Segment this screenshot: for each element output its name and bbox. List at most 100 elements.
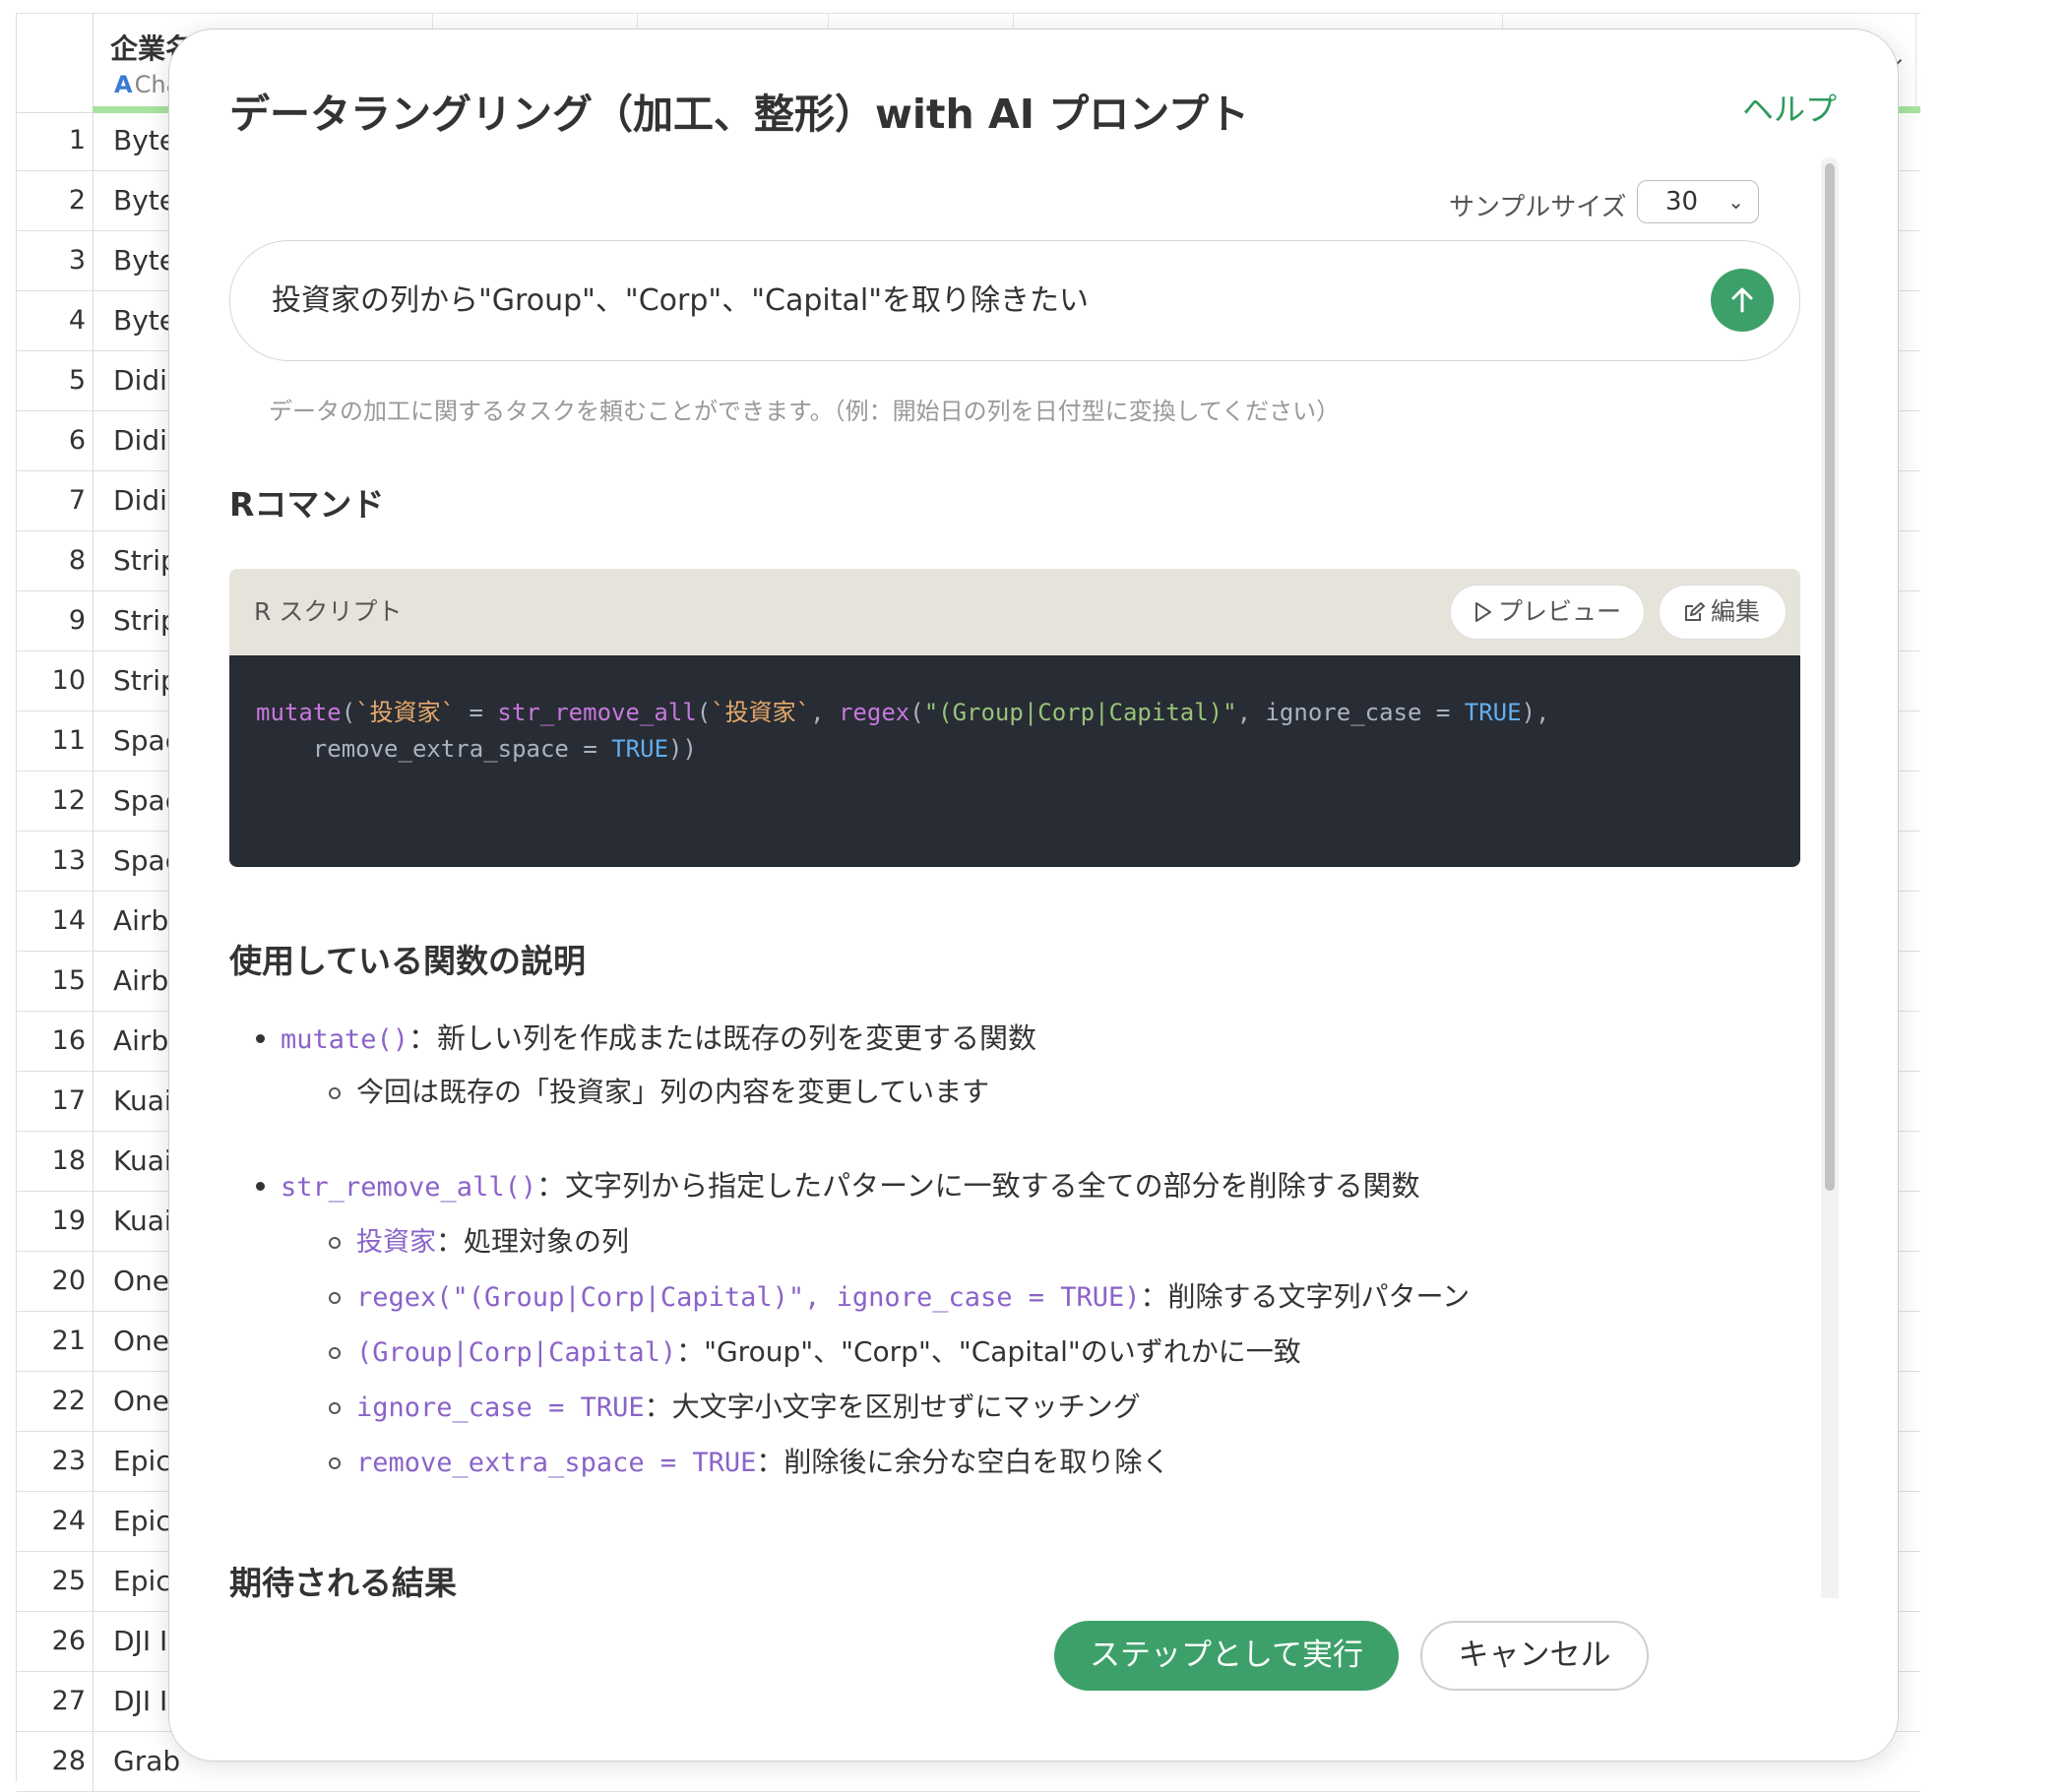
send-button[interactable] (1711, 269, 1774, 332)
code-block: mutate(`投資家` = str_remove_all(`投資家`, reg… (256, 695, 1549, 768)
cell-value[interactable]: Epic (113, 1432, 171, 1491)
row-number: 21 (17, 1312, 94, 1371)
prompt-input-text: 投資家の列から"Group"、"Corp"、"Capital"を取り除きたい (272, 283, 1089, 318)
cell-value[interactable]: Didi (113, 471, 167, 530)
cell-value[interactable]: Epic (113, 1552, 171, 1611)
dialog-title: データラングリング（加工、整形）with AI プロンプト (229, 91, 1250, 138)
cell-value[interactable]: Byte (113, 171, 176, 230)
argument-desc: ：大文字小文字を区別せずにマッチング (644, 1390, 1141, 1423)
row-number: 17 (17, 1072, 94, 1131)
r-script-label: R スクリプト (254, 597, 403, 626)
help-link[interactable]: ヘルプ (1742, 85, 1837, 130)
code-token: ), (1521, 699, 1550, 726)
row-number: 11 (17, 711, 94, 771)
argument-desc: ：処理対象の列 (436, 1225, 630, 1258)
row-number: 15 (17, 952, 94, 1011)
function-name: str_remove_all() (281, 1172, 537, 1203)
row-number: 6 (17, 411, 94, 470)
cell-value[interactable]: Byte (113, 111, 176, 170)
code-token: TRUE (1464, 699, 1522, 726)
argument-name: regex("(Group|Corp|Capital)", ignore_cas… (356, 1282, 1141, 1313)
row-number: 22 (17, 1372, 94, 1431)
edit-button[interactable]: 編集 (1659, 585, 1787, 640)
cell-value[interactable]: DJI I (113, 1672, 167, 1731)
list-item: ignore_case = TRUE：大文字小文字を区別せずにマッチング (329, 1386, 1141, 1425)
code-token: ( (696, 699, 712, 726)
argument-name: (Group|Corp|Capital) (356, 1337, 677, 1368)
row-number: 1 (17, 111, 94, 170)
row-number: 10 (17, 651, 94, 711)
character-type-icon: A (114, 71, 133, 98)
code-token: mutate (256, 699, 342, 726)
function-desc: ：文字列から指定したパターンに一致する全ての部分を削除する関数 (536, 1169, 1420, 1203)
cell-value[interactable]: DJI I (113, 1612, 167, 1671)
row-number: 8 (17, 531, 94, 590)
list-item: str_remove_all()：文字列から指定したパターンに一致する全ての部分… (256, 1163, 1420, 1205)
cell-value[interactable]: Byte (113, 291, 176, 350)
row-number: 28 (17, 1732, 94, 1791)
argument-desc: ：削除後に余分な空白を取り除く (756, 1446, 1170, 1478)
row-number: 19 (17, 1192, 94, 1251)
cell-value[interactable]: Kuai (113, 1192, 172, 1251)
cell-value[interactable]: Didi (113, 411, 167, 470)
row-number: 9 (17, 591, 94, 650)
code-token: , ignore_case = (1236, 699, 1465, 726)
list-item: regex("(Group|Corp|Capital)", ignore_cas… (328, 1275, 1470, 1315)
code-token: TRUE (611, 735, 669, 763)
row-number: 2 (17, 171, 94, 230)
row-number: 26 (17, 1612, 94, 1671)
code-token: `投資家` (355, 699, 456, 726)
ai-prompt-dialog: データラングリング（加工、整形）with AI プロンプト ヘルプ サンプルサイ… (168, 29, 1899, 1761)
cell-value[interactable]: Epic (113, 1492, 171, 1551)
sample-size-label: サンプルサイズ (1449, 193, 1627, 222)
cell-value[interactable]: Didi (113, 351, 167, 410)
r-script-header: R スクリプト プレビュー 編集 (229, 569, 1800, 655)
edit-icon (1685, 602, 1705, 621)
r-script-code[interactable]: mutate(`投資家` = str_remove_all(`投資家`, reg… (229, 655, 1800, 867)
argument-name: ignore_case = TRUE (356, 1392, 645, 1423)
run-as-step-button[interactable]: ステップとして実行 (1054, 1621, 1399, 1691)
code-token: "(Group|Corp|Capital)" (923, 699, 1237, 726)
cell-value[interactable]: Kuai (113, 1072, 172, 1131)
code-token: str_remove_all (497, 699, 697, 726)
list-item: (Group|Corp|Capital)："Group"、"Corp"、"Cap… (329, 1330, 1301, 1370)
argument-desc: ："Group"、"Corp"、"Capital"のいずれかに一致 (676, 1335, 1301, 1368)
argument-name: 投資家 (356, 1227, 436, 1258)
code-token: )) (668, 735, 697, 763)
preview-button[interactable]: プレビュー (1450, 585, 1645, 640)
sample-size-value: 30 (1665, 187, 1699, 216)
row-number: 18 (17, 1132, 94, 1191)
prompt-input[interactable]: 投資家の列から"Group"、"Corp"、"Capital"を取り除きたい (229, 240, 1800, 361)
row-number: 13 (17, 832, 94, 891)
row-number: 20 (17, 1252, 94, 1311)
row-number: 12 (17, 772, 94, 831)
column-divider (1915, 14, 1916, 112)
row-number: 4 (17, 291, 94, 350)
code-token: = (455, 699, 498, 726)
function-name: mutate() (281, 1024, 409, 1055)
code-token: regex (838, 699, 910, 726)
function-desc: 今回は既存の「投資家」列の内容を変更しています (356, 1076, 990, 1108)
cancel-button[interactable]: キャンセル (1420, 1621, 1649, 1691)
row-number: 3 (17, 231, 94, 290)
function-desc: ：新しい列を作成または既存の列を変更する関数 (408, 1021, 1037, 1055)
row-number: 5 (17, 351, 94, 410)
row-number: 7 (17, 471, 94, 530)
row-number: 16 (17, 1012, 94, 1071)
code-token: ( (909, 699, 924, 726)
code-token: , (810, 699, 839, 726)
expected-result-heading: 期待される結果 (229, 1564, 457, 1602)
scrollbar-thumb[interactable] (1825, 163, 1835, 1191)
list-item: 投資家：処理対象の列 (328, 1220, 630, 1260)
preview-button-label: プレビュー (1498, 597, 1622, 626)
code-token: ( (341, 699, 356, 726)
argument-name: remove_extra_space = TRUE (356, 1448, 757, 1478)
cell-value[interactable]: Byte (113, 231, 176, 290)
cell-value[interactable]: Kuai (113, 1132, 172, 1191)
edit-button-label: 編集 (1711, 597, 1761, 626)
r-command-heading: Rコマンド (229, 485, 385, 524)
sample-size-select[interactable]: 30 ⌄ (1637, 180, 1759, 223)
code-token: remove_extra_space = (256, 735, 612, 763)
row-number: 25 (17, 1552, 94, 1611)
list-item: 今回は既存の「投資家」列の内容を変更しています (328, 1071, 990, 1110)
